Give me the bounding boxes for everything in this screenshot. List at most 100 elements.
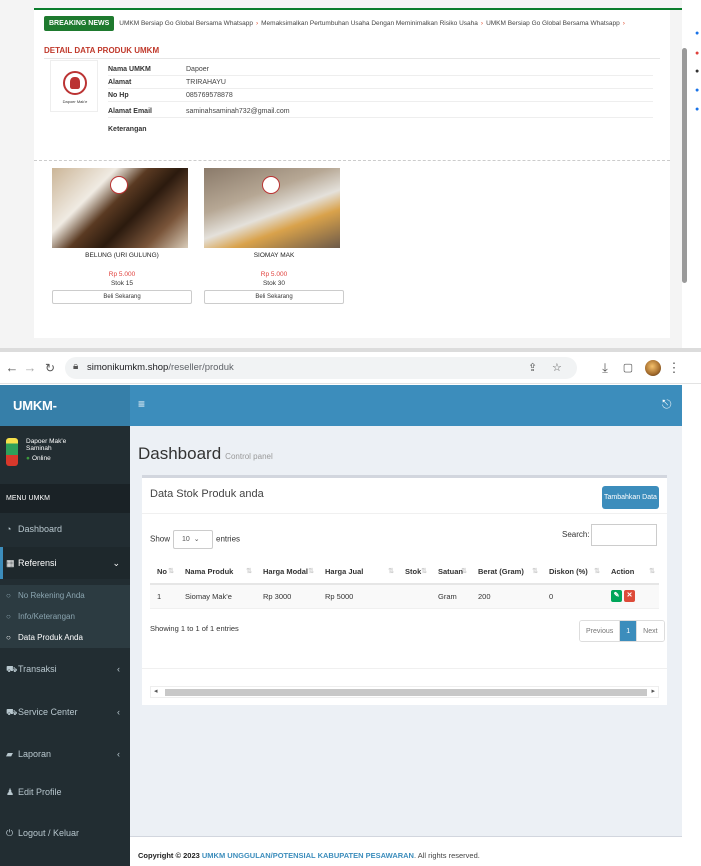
detail-row: Alamat TRIRAHAYU <box>108 76 653 89</box>
lock-icon[interactable]: 🔒︎ <box>73 361 78 372</box>
address-bar[interactable]: 🔒︎ simonikumkm.shop/reseller/produk ⇪ ☆ <box>65 357 577 379</box>
chevron-left-icon: ‹ <box>117 749 120 759</box>
scroll-right-icon[interactable]: ▸ <box>651 687 655 695</box>
sort-icon: ⇅ <box>388 568 394 575</box>
box-title: Data Stok Produk anda <box>150 488 264 500</box>
scroll-left-icon[interactable]: ◂ <box>154 687 158 695</box>
search-label: Search: <box>562 530 590 539</box>
column-header[interactable]: Action ⇅ <box>604 560 659 585</box>
profile-avatar[interactable] <box>645 360 661 376</box>
column-header[interactable]: Harga Modal ⇅ <box>256 560 318 585</box>
breaking-news-bar: BREAKING NEWS UMKM Bersiap Go Global Ber… <box>44 14 670 32</box>
url-text[interactable]: simonikumkm.shop/reseller/produk <box>87 362 234 373</box>
page-1-button[interactable]: 1 <box>619 621 638 641</box>
ticker-separator: › <box>622 19 625 27</box>
share-icon[interactable]: ⇪ <box>528 361 537 374</box>
social-icon[interactable]: ● <box>695 106 699 113</box>
sort-icon: ⇅ <box>246 568 252 575</box>
previous-page-button[interactable]: Previous <box>580 621 620 641</box>
column-header[interactable]: Nama Produk ⇅ <box>178 560 256 585</box>
delete-icon[interactable]: ✕ <box>624 590 635 603</box>
logout-icon[interactable]: ⎋ <box>662 397 672 412</box>
embedded-page-top: BREAKING NEWS UMKM Bersiap Go Global Ber… <box>0 0 701 350</box>
column-header[interactable]: No ⇅ <box>150 560 178 585</box>
sidebar-subitem-no-rekening[interactable]: ○ No Rekening Anda <box>0 585 130 606</box>
browser-toolbar: ← → ↻ 🔒︎ simonikumkm.shop/reseller/produ… <box>0 352 701 384</box>
page-scrollbar-track <box>682 385 701 866</box>
detail-value: 085769578878 <box>186 92 233 99</box>
sidebar-toggle-icon[interactable]: ≡ <box>138 397 145 411</box>
news-ticker[interactable]: UMKM Bersiap Go Global Bersama Whatsapp ›… <box>119 20 628 27</box>
sidebar-item-referensi[interactable]: ▦ Referensi ⌄ <box>0 547 130 579</box>
buy-now-button[interactable]: Beli Sekarang <box>52 290 192 304</box>
footer-link[interactable]: UMKM UNGGULAN/POTENSIAL KABUPATEN PESAWA… <box>202 851 414 860</box>
dashboard-icon: ◔ <box>6 524 12 534</box>
page-length-control: Show 10 ⌄ entries <box>150 530 240 549</box>
divider <box>142 668 667 669</box>
circle-icon: ○ <box>6 591 11 600</box>
user-status: ● Online <box>26 455 51 462</box>
forward-icon[interactable]: → <box>22 360 38 376</box>
detail-key: Nama UMKM <box>108 66 151 73</box>
page-subtitle: Control panel <box>225 452 273 461</box>
more-icon[interactable]: ⋮ <box>666 360 682 376</box>
chef-logo-icon <box>63 71 87 95</box>
sidebar-item-logout[interactable]: ⏻ Logout / Keluar <box>0 817 130 849</box>
detail-value: saminahsaminah732@gmail.com <box>186 108 290 115</box>
product-detail-card: BREAKING NEWS UMKM Bersiap Go Global Ber… <box>34 8 670 338</box>
sort-icon: ⇅ <box>168 568 174 575</box>
add-data-button[interactable]: Tambahkan Data <box>602 486 659 509</box>
product-image[interactable] <box>52 168 188 248</box>
buy-now-button[interactable]: Beli Sekarang <box>204 290 344 304</box>
sidebar-item-service-center[interactable]: ⛟Service Center ‹ <box>0 696 130 728</box>
accent-line <box>34 8 682 10</box>
page-title: Dashboard Control panel <box>138 444 273 463</box>
sidebar-subitem-data-produk[interactable]: ○ Data Produk Anda <box>0 627 130 648</box>
social-icon[interactable]: ● <box>695 50 699 57</box>
next-page-button[interactable]: Next <box>637 621 664 641</box>
download-icon[interactable]: ⤓ <box>597 360 613 376</box>
horizontal-scrollbar[interactable]: ◂ ▸ <box>150 686 659 698</box>
book-icon: ▰ <box>6 749 13 759</box>
social-icon[interactable]: ● <box>695 87 699 94</box>
back-icon[interactable]: ← <box>4 360 20 376</box>
cell-harga-modal: Rp 3000 <box>256 584 318 609</box>
sidebar-item-dashboard[interactable]: ◔ Dashboard <box>0 513 130 545</box>
share-icon[interactable]: ● <box>695 30 699 37</box>
logo-caption: Dapoer Mak'e <box>62 99 88 104</box>
search-input[interactable] <box>591 524 657 546</box>
reload-icon[interactable]: ↻ <box>42 360 58 376</box>
product-table: No ⇅ Nama Produk ⇅ Harga Modal ⇅ Harga Jual… <box>150 560 659 609</box>
circle-icon: ○ <box>6 612 11 621</box>
sort-icon: ⇅ <box>461 568 467 575</box>
page-length-select[interactable]: 10 ⌄ <box>173 530 214 549</box>
product-price: Rp 5.000 <box>108 271 136 278</box>
column-header[interactable]: Diskon (%) ⇅ <box>542 560 604 585</box>
grid-icon: ▦ <box>6 558 15 568</box>
sidebar-item-transaksi[interactable]: ⛟Transaksi ‹ <box>0 653 130 685</box>
social-icon[interactable]: ● <box>695 68 699 75</box>
ticker-item[interactable]: UMKM Bersiap Go Global Bersama Whatsapp <box>119 20 253 27</box>
vertical-scrollbar[interactable] <box>682 48 687 283</box>
umkm-logo: Dapoer Mak'e <box>50 60 98 112</box>
ticker-item[interactable]: UMKM Bersiap Go Global Bersama Whatsapp <box>486 20 620 27</box>
column-header[interactable]: Berat (Gram) ⇅ <box>471 560 542 585</box>
circle-icon: ○ <box>6 633 11 642</box>
sidebar-item-edit-profile[interactable]: ♟ Edit Profile <box>0 776 130 808</box>
column-header[interactable]: Stok ⇅ <box>398 560 431 585</box>
brand-logo[interactable]: UMKM-PESAWARAN <box>0 385 130 454</box>
detail-key: Alamat <box>108 79 132 86</box>
divider <box>44 58 660 59</box>
scrollbar-thumb[interactable] <box>165 689 647 696</box>
window-icon[interactable]: ▢ <box>620 360 636 376</box>
column-header[interactable]: Satuan ⇅ <box>431 560 471 585</box>
edit-icon[interactable]: ✎ <box>611 590 622 603</box>
sidebar-subitem-info[interactable]: ○ Info/Keterangan <box>0 606 130 627</box>
cell-no: 1 <box>150 584 178 609</box>
column-header[interactable]: Harga Jual ⇅ <box>318 560 398 585</box>
ticker-item[interactable]: Memaksimalkan Pertumbuhan Usaha Dengan M… <box>261 20 478 27</box>
product-image[interactable] <box>204 168 340 248</box>
sidebar-item-laporan[interactable]: ▰ Laporan ‹ <box>0 738 130 770</box>
star-icon[interactable]: ☆ <box>552 361 562 374</box>
table-header-row: No ⇅ Nama Produk ⇅ Harga Modal ⇅ Harga Jual… <box>150 560 659 585</box>
